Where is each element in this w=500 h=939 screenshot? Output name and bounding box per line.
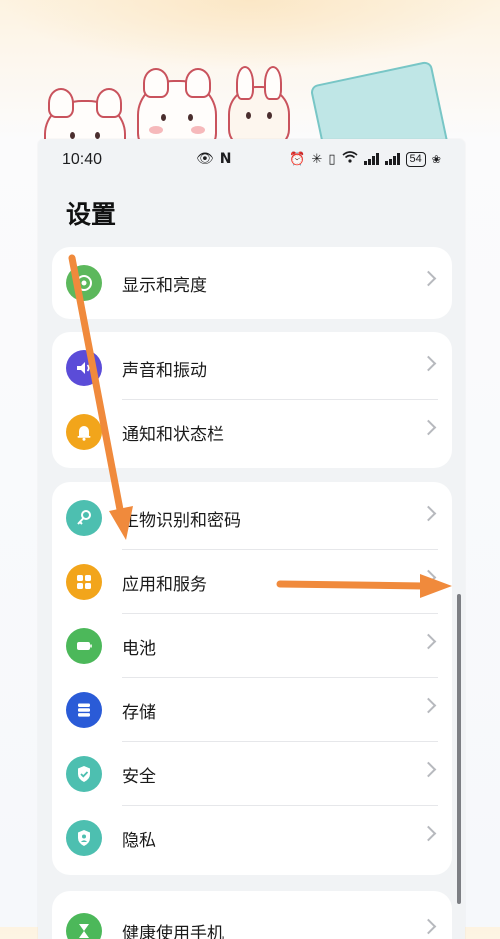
settings-item-label: 电池	[122, 639, 156, 659]
settings-item-label: 通知和状态栏	[122, 425, 224, 445]
settings-item-security[interactable]: 安全	[52, 742, 452, 806]
settings-group-health: 健康使用手机	[52, 891, 452, 939]
chevron-right-icon	[420, 419, 437, 436]
settings-item-biometrics[interactable]: 生物识别和密码	[52, 486, 452, 550]
settings-item-label: 生物识别和密码	[122, 511, 241, 531]
eye-display-icon	[66, 265, 102, 301]
status-time: 10:40	[62, 151, 103, 168]
key-icon	[66, 500, 102, 536]
chevron-right-icon	[420, 761, 437, 778]
settings-item-privacy[interactable]: 隐私	[52, 806, 452, 870]
speaker-icon	[66, 350, 102, 386]
settings-item-storage[interactable]: 存储	[52, 678, 452, 742]
battery-icon	[66, 628, 102, 664]
settings-item-label: 存储	[122, 703, 156, 723]
shield-icon	[66, 756, 102, 792]
scrollbar[interactable]	[457, 594, 461, 904]
status-left-icons: 👁 N	[196, 151, 232, 167]
bell-icon	[66, 414, 102, 450]
settings-group-display: 显示和亮度	[52, 247, 452, 319]
nfc-icon: N	[219, 151, 232, 167]
vibrate-icon: ▯	[328, 151, 336, 167]
settings-group-sound: 声音和振动 通知和状态栏	[52, 332, 452, 468]
settings-item-label: 显示和亮度	[122, 276, 207, 296]
hourglass-icon	[66, 913, 102, 939]
settings-item-digital-balance[interactable]: 健康使用手机	[52, 899, 452, 939]
settings-item-label: 应用和服务	[122, 575, 207, 595]
charging-leaf-icon: ❀	[431, 152, 441, 166]
signal-icon	[384, 153, 400, 165]
chevron-right-icon	[420, 697, 437, 714]
settings-group-system: 生物识别和密码 应用和服务 电池 存储 安全 隐私	[52, 482, 452, 875]
page-title: 设置	[66, 200, 117, 229]
wallpaper-glow	[0, 0, 500, 70]
settings-item-label: 声音和振动	[122, 361, 207, 381]
settings-item-notifications[interactable]: 通知和状态栏	[52, 400, 452, 464]
settings-item-battery[interactable]: 电池	[52, 614, 452, 678]
chevron-right-icon	[420, 633, 437, 650]
settings-item-label: 安全	[122, 767, 156, 787]
chevron-right-icon	[420, 270, 437, 287]
privacy-icon	[66, 820, 102, 856]
wifi-icon	[342, 151, 358, 167]
settings-item-sound[interactable]: 声音和振动	[52, 336, 452, 400]
chevron-right-icon	[420, 505, 437, 522]
alarm-icon: ⏰	[289, 151, 306, 167]
apps-grid-icon	[66, 564, 102, 600]
chevron-right-icon	[420, 355, 437, 372]
signal-icon	[363, 153, 379, 165]
battery-icon: 54	[405, 151, 426, 167]
status-bar: 10:40 👁 N ⏰ ✳ ▯ 54 ❀	[38, 139, 465, 183]
chevron-right-icon	[420, 569, 437, 586]
settings-item-label: 健康使用手机	[122, 924, 224, 939]
settings-item-apps[interactable]: 应用和服务	[52, 550, 452, 614]
eye-icon: 👁	[196, 151, 214, 167]
chevron-right-icon	[420, 825, 437, 842]
settings-item-display[interactable]: 显示和亮度	[52, 251, 452, 315]
storage-icon	[66, 692, 102, 728]
bluetooth-icon: ✳	[311, 151, 323, 167]
settings-item-label: 隐私	[122, 831, 156, 851]
status-right-icons: ⏰ ✳ ▯ 54 ❀	[289, 151, 441, 167]
settings-screen: 10:40 👁 N ⏰ ✳ ▯ 54 ❀ 设置 显示和亮度 声音和振动 通知和状…	[38, 139, 465, 939]
